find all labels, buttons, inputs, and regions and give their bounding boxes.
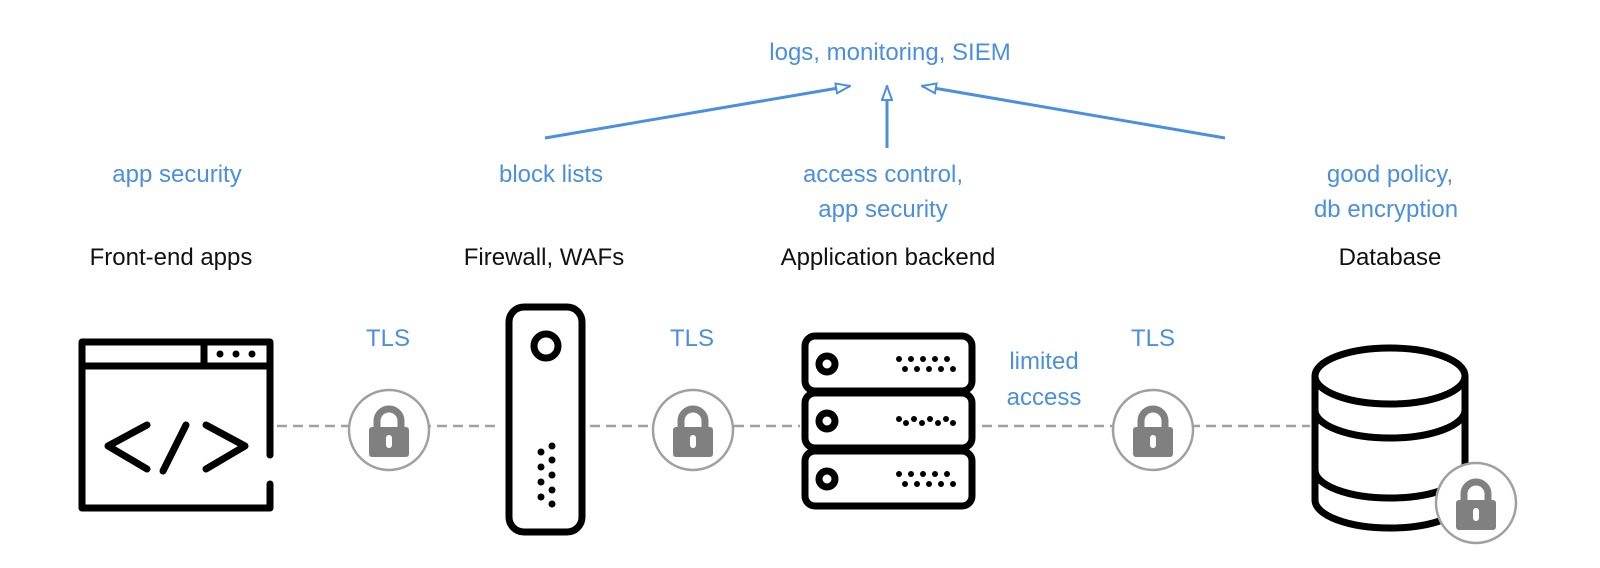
tls-label-1: TLS <box>366 325 410 352</box>
firewall-icon <box>505 303 586 536</box>
tls-label-3: TLS <box>1131 325 1175 352</box>
lock-icon-2 <box>651 388 735 472</box>
lock-icon-1 <box>347 388 431 472</box>
database-label: Database <box>1339 244 1442 271</box>
code-window-icon <box>78 338 274 512</box>
monitoring-arrows <box>544 86 1226 148</box>
server-icon <box>801 332 976 510</box>
firewall-label: Firewall, WAFs <box>464 244 624 271</box>
backend-annotation-line2: app security <box>818 196 947 223</box>
database-annotation-line2: db encryption <box>1314 196 1458 223</box>
backend-label: Application backend <box>781 244 996 271</box>
database-annotation-line1: good policy, <box>1327 161 1453 188</box>
security-architecture-diagram: logs, monitoring, SIEM app security bloc… <box>78 39 1518 545</box>
lock-icon-3 <box>1111 388 1195 472</box>
frontend-label: Front-end apps <box>90 244 253 271</box>
limited-access-line2: access <box>1007 384 1082 411</box>
frontend-annotation: app security <box>112 161 241 188</box>
tls-label-2: TLS <box>670 325 714 352</box>
arrow-firewall-to-logs <box>544 86 850 140</box>
database-lock-icon <box>1434 461 1518 545</box>
firewall-annotation: block lists <box>499 161 603 188</box>
arrow-database-to-logs <box>922 86 1226 140</box>
logs-monitoring-label: logs, monitoring, SIEM <box>769 39 1010 66</box>
limited-access-line1: limited <box>1009 348 1078 375</box>
backend-annotation-line1: access control, <box>803 161 963 188</box>
